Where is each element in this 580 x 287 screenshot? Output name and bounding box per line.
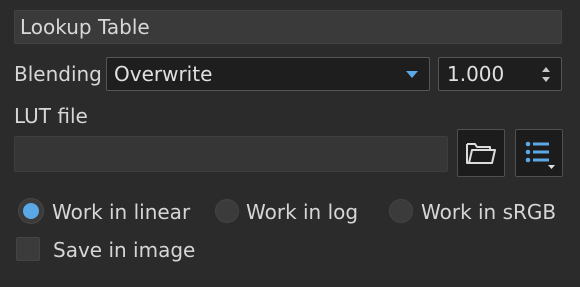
radio-work-in-linear[interactable]: [19, 199, 43, 223]
work-in-srgb-label[interactable]: Work in sRGB: [421, 200, 556, 224]
blending-opacity-spinbox[interactable]: 1.000: [438, 57, 562, 91]
open-lut-button[interactable]: [457, 129, 505, 177]
work-in-linear-label[interactable]: Work in linear: [52, 200, 190, 224]
radio-work-in-log[interactable]: [215, 199, 239, 223]
spin-down-icon[interactable]: [542, 77, 550, 82]
blending-mode-select[interactable]: Overwrite: [106, 57, 430, 91]
blending-opacity-value: 1.000: [447, 62, 505, 86]
blending-label: Blending: [14, 62, 102, 86]
blending-mode-value: Overwrite: [114, 62, 213, 86]
spin-up-icon[interactable]: [542, 67, 550, 72]
folder-open-icon: [466, 143, 496, 164]
chevron-down-icon: [406, 71, 418, 78]
save-in-image-label[interactable]: Save in image: [53, 238, 195, 262]
lut-file-input[interactable]: [14, 136, 448, 172]
lut-file-label: LUT file: [14, 104, 88, 128]
module-title: Lookup Table: [14, 10, 562, 44]
save-in-image-checkbox[interactable]: [16, 237, 40, 261]
radio-work-in-srgb[interactable]: [389, 199, 413, 223]
lut-list-button[interactable]: [515, 129, 563, 177]
work-in-log-label[interactable]: Work in log: [246, 200, 358, 224]
list-menu-icon: [525, 141, 555, 169]
lookup-table-panel: Lookup Table Blending Overwrite 1.000 LU…: [0, 0, 580, 287]
